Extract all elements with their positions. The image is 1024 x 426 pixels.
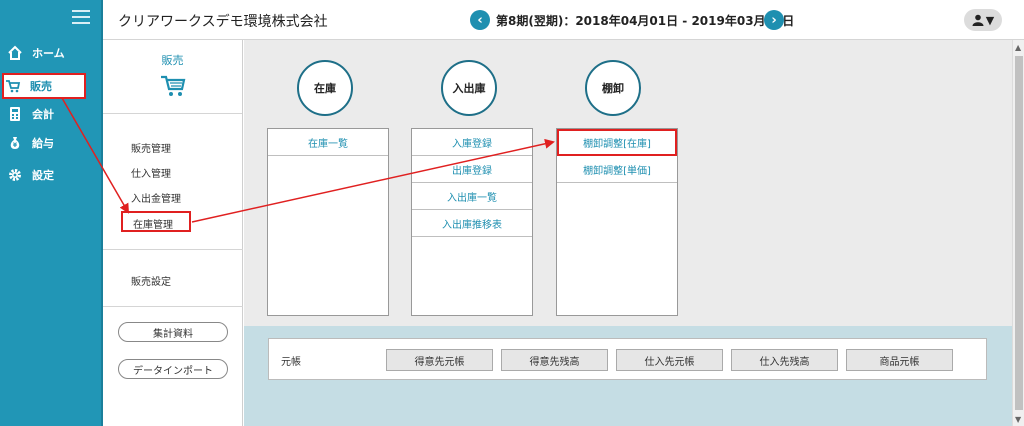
cart-icon [103,74,242,101]
section-stocktake-title: 棚卸 [585,60,641,116]
nav-item-sales[interactable]: 販売 [2,73,86,99]
previous-period-button[interactable]: ‹ [470,10,490,30]
hamburger-menu-icon[interactable] [72,10,90,26]
section-inventory-title: 在庫 [297,60,353,116]
ledger-label: 元帳 [281,357,301,368]
submenu-link-purchase-management[interactable]: 仕入管理 [131,165,171,180]
nav-item-settings[interactable]: 設定 [6,162,96,188]
sales-submenu: 販売 販売管理 仕入管理 入出金管理 在庫管理 販売設定 集計資料 データインポ… [103,40,243,426]
link-stock-in-entry[interactable]: 入庫登録 [412,129,532,156]
inout-panel: 入庫登録 出庫登録 入出庫一覧 入出庫推移表 [411,128,533,316]
chevron-left-icon: ‹ [477,12,483,28]
gear-icon [6,166,24,184]
link-inventory-list[interactable]: 在庫一覧 [268,129,388,156]
calculator-icon [6,105,24,123]
scroll-down-icon[interactable]: ▼ [1015,415,1021,424]
nav-item-label: 設定 [32,169,54,182]
link-inout-trend[interactable]: 入出庫推移表 [412,210,532,237]
submenu-link-cash-management[interactable]: 入出金管理 [131,190,181,205]
user-menu-button[interactable]: ▼ [964,9,1002,31]
stocktake-panel: 棚卸調整[在庫] 棚卸調整[単価] [556,128,678,316]
chevron-right-icon: › [771,12,777,28]
submenu-header: 販売 [103,40,242,114]
main-nav: ホーム 販売 会計 ¥ 給与 設定 [0,0,103,426]
nav-item-home[interactable]: ホーム [6,40,96,66]
submenu-title: 販売 [161,54,184,67]
nav-item-payroll[interactable]: ¥ 給与 [6,130,96,156]
customer-balance-button[interactable]: 得意先残高 [501,349,608,371]
scrollbar-thumb[interactable] [1015,56,1023,410]
next-period-button[interactable]: › [764,10,784,30]
scroll-up-icon[interactable]: ▲ [1015,43,1021,52]
ledger-box: 元帳 得意先元帳 得意先残高 仕入先元帳 仕入先残高 商品元帳 [268,338,987,380]
nav-item-accounting[interactable]: 会計 [6,101,96,127]
inventory-panel: 在庫一覧 [267,128,389,316]
submenu-link-inventory-management[interactable]: 在庫管理 [121,211,191,232]
link-stocktake-adjust-price[interactable]: 棚卸調整[単価] [557,156,677,183]
cart-icon [4,77,22,95]
home-icon [6,44,24,62]
data-import-button[interactable]: データインポート [118,359,228,379]
company-name: クリアワークスデモ環境株式会社 [118,14,328,30]
fiscal-period: 第8期(翌期)：2018年04月01日 - 2019年03月31日 [496,14,795,28]
caret-down-icon: ▼ [985,13,995,27]
product-ledger-button[interactable]: 商品元帳 [846,349,953,371]
summary-report-button[interactable]: 集計資料 [118,322,228,342]
section-inout-title: 入出庫 [441,60,497,116]
link-stocktake-adjust-stock[interactable]: 棚卸調整[在庫] [557,129,677,156]
supplier-balance-button[interactable]: 仕入先残高 [731,349,838,371]
nav-item-label: 販売 [30,80,52,93]
customer-ledger-button[interactable]: 得意先元帳 [386,349,493,371]
nav-item-label: ホーム [32,47,65,60]
user-icon [972,14,984,26]
nav-item-label: 給与 [32,137,54,150]
submenu-link-sales-management[interactable]: 販売管理 [131,140,171,155]
submenu-link-sales-settings[interactable]: 販売設定 [131,273,171,288]
nav-item-label: 会計 [32,108,54,121]
link-inout-list[interactable]: 入出庫一覧 [412,183,532,210]
vertical-scrollbar[interactable]: ▲ ▼ [1012,40,1024,426]
supplier-ledger-button[interactable]: 仕入先元帳 [616,349,723,371]
divider [103,249,243,250]
header: クリアワークスデモ環境株式会社 ‹ 第8期(翌期)：2018年04月01日 - … [103,0,1024,40]
link-stock-out-entry[interactable]: 出庫登録 [412,156,532,183]
money-bag-icon: ¥ [6,134,24,152]
divider [103,306,243,307]
